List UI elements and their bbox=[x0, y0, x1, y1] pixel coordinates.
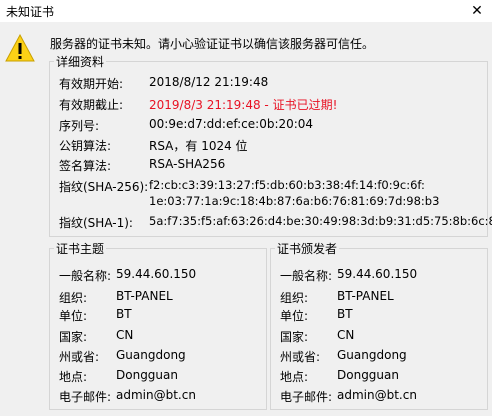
close-icon: ✕ bbox=[471, 3, 483, 19]
subject-unit-value: BT bbox=[116, 307, 132, 321]
subject-org-label: 组织: bbox=[59, 291, 88, 305]
subject-org-value: BT-PANEL bbox=[116, 289, 173, 303]
sigalg-label: 签名算法: bbox=[59, 159, 112, 173]
subject-state-label: 州或省: bbox=[59, 350, 100, 364]
issuer-cn-label: 一般名称: bbox=[280, 269, 333, 283]
subject-country-label: 国家: bbox=[59, 330, 88, 344]
subject-unit-label: 单位: bbox=[59, 309, 88, 323]
issuer-locality-value: Dongguan bbox=[337, 368, 399, 382]
valid-to-value: 2019/8/3 21:19:48 - 证书已过期! bbox=[149, 98, 338, 112]
issuer-locality-label: 地点: bbox=[280, 370, 309, 384]
serial-label: 序列号: bbox=[59, 119, 100, 133]
pubkey-value: RSA，有 1024 位 bbox=[149, 139, 248, 153]
close-button[interactable]: ✕ bbox=[462, 0, 492, 22]
header-message: 服务器的证书未知。请小心验证证书以确信该服务器可信任。 bbox=[50, 37, 375, 51]
issuer-state-label: 州或省: bbox=[280, 350, 321, 364]
details-legend: 详细资料 bbox=[56, 55, 105, 69]
issuer-country-value: CN bbox=[337, 328, 355, 342]
sha256-value-line2: 1e:03:77:1a:9c:18:4b:87:6a:b6:76:81:69:7… bbox=[149, 194, 440, 208]
issuer-state-value: Guangdong bbox=[337, 348, 407, 362]
serial-value: 00:9e:d7:dd:ef:ce:0b:20:04 bbox=[149, 117, 314, 131]
issuer-country-label: 国家: bbox=[280, 330, 309, 344]
sha256-label: 指纹(SHA-256): bbox=[59, 180, 149, 194]
subject-cn-label: 一般名称: bbox=[59, 269, 112, 283]
sha1-value: 5a:f7:35:f5:af:63:26:d4:be:30:49:98:3d:b… bbox=[149, 214, 492, 228]
valid-to-label: 有效期截止: bbox=[59, 98, 124, 112]
sha256-value-line1: f2:cb:c3:39:13:27:f5:db:60:b3:38:4f:14:f… bbox=[149, 178, 425, 192]
warning-icon bbox=[5, 34, 35, 62]
valid-from-label: 有效期开始: bbox=[59, 77, 124, 91]
sigalg-value: RSA-SHA256 bbox=[149, 157, 226, 171]
issuer-org-label: 组织: bbox=[280, 291, 309, 305]
issuer-email-value: admin@bt.cn bbox=[337, 388, 417, 402]
subject-locality-label: 地点: bbox=[59, 370, 88, 384]
subject-country-value: CN bbox=[116, 328, 134, 342]
issuer-org-value: BT-PANEL bbox=[337, 289, 394, 303]
subject-state-value: Guangdong bbox=[116, 348, 186, 362]
issuer-cn-value: 59.44.60.150 bbox=[337, 267, 418, 281]
title-bar: 未知证书 ✕ bbox=[0, 0, 492, 22]
window-title: 未知证书 bbox=[6, 5, 55, 19]
subject-email-label: 电子邮件: bbox=[59, 390, 112, 404]
issuer-unit-value: BT bbox=[337, 307, 353, 321]
subject-locality-value: Dongguan bbox=[116, 368, 178, 382]
issuer-unit-label: 单位: bbox=[280, 309, 309, 323]
valid-from-value: 2018/8/12 21:19:48 bbox=[149, 75, 269, 89]
subject-cn-value: 59.44.60.150 bbox=[116, 267, 197, 281]
issuer-email-label: 电子邮件: bbox=[280, 390, 333, 404]
subject-legend: 证书主题 bbox=[56, 242, 105, 256]
issuer-legend: 证书颁发者 bbox=[277, 242, 338, 256]
sha1-label: 指纹(SHA-1): bbox=[59, 216, 133, 230]
subject-email-value: admin@bt.cn bbox=[116, 388, 196, 402]
pubkey-label: 公钥算法: bbox=[59, 139, 112, 153]
